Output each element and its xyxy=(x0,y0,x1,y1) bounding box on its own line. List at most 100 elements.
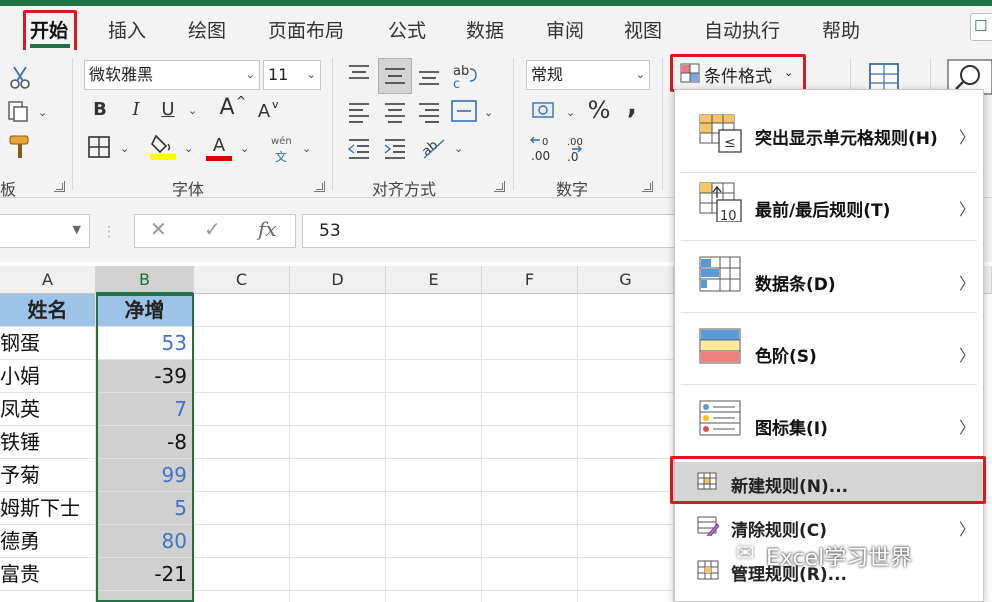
empty-cell[interactable] xyxy=(386,558,482,591)
value-cell[interactable]: 5 xyxy=(96,492,194,525)
phonetic-guide-top[interactable]: wén xyxy=(271,136,292,147)
value-cell[interactable]: 99 xyxy=(96,459,194,492)
align-middle-button[interactable] xyxy=(378,58,412,94)
menu-item-color-scales[interactable]: 色阶(S) 〉 xyxy=(675,312,983,384)
name-cell[interactable]: 凤英 xyxy=(0,393,96,426)
fill-color-dropdown-caret[interactable]: ⌄ xyxy=(184,142,193,155)
accounting-format-icon[interactable] xyxy=(530,98,560,124)
confirm-entry-button[interactable]: ✓ xyxy=(204,217,221,241)
name-cell[interactable]: 铁锤 xyxy=(0,426,96,459)
merge-center-icon[interactable] xyxy=(450,98,478,124)
empty-cell[interactable] xyxy=(194,525,290,558)
align-left-icon[interactable] xyxy=(346,100,372,124)
empty-cell[interactable] xyxy=(578,294,674,327)
empty-cell[interactable] xyxy=(482,393,578,426)
value-cell[interactable] xyxy=(96,591,194,602)
empty-cell[interactable] xyxy=(482,294,578,327)
empty-cell[interactable] xyxy=(482,426,578,459)
cut-icon[interactable] xyxy=(8,64,32,90)
tab-view[interactable]: 视图 xyxy=(624,16,662,43)
column-header-d[interactable]: D xyxy=(290,266,386,294)
empty-cell[interactable] xyxy=(482,459,578,492)
empty-cell[interactable] xyxy=(290,360,386,393)
align-center-icon[interactable] xyxy=(382,100,408,124)
name-cell[interactable]: 予菊 xyxy=(0,459,96,492)
borders-icon[interactable] xyxy=(86,134,112,160)
empty-cell[interactable] xyxy=(386,525,482,558)
phonetic-guide-icon[interactable]: 文 xyxy=(275,148,287,165)
number-launcher-icon[interactable] xyxy=(642,181,653,192)
name-cell[interactable]: 小娟 xyxy=(0,360,96,393)
fill-color-icon[interactable] xyxy=(148,132,178,162)
name-cell[interactable]: 姆斯下士 xyxy=(0,492,96,525)
empty-cell[interactable] xyxy=(386,426,482,459)
font-launcher-icon[interactable] xyxy=(314,181,325,192)
copy-icon[interactable] xyxy=(6,98,32,124)
value-cell[interactable]: -21 xyxy=(96,558,194,591)
empty-cell[interactable] xyxy=(578,426,674,459)
empty-cell[interactable] xyxy=(290,459,386,492)
name-cell[interactable]: 德勇 xyxy=(0,525,96,558)
empty-cell[interactable] xyxy=(482,360,578,393)
empty-cell[interactable] xyxy=(194,393,290,426)
empty-cell[interactable] xyxy=(482,327,578,360)
underline-dropdown-caret[interactable]: ⌄ xyxy=(188,104,197,117)
empty-cell[interactable] xyxy=(194,360,290,393)
column-header-f[interactable]: F xyxy=(482,266,578,294)
menu-item-highlight-cell-rules[interactable]: ≤ 突出显示单元格规则(H) 〉 xyxy=(675,96,983,172)
tab-formulas[interactable]: 公式 xyxy=(388,16,426,43)
empty-cell[interactable] xyxy=(290,327,386,360)
formula-input[interactable]: 53 xyxy=(302,214,682,248)
empty-cell[interactable] xyxy=(194,327,290,360)
empty-cell[interactable] xyxy=(482,591,578,602)
empty-cell[interactable] xyxy=(578,459,674,492)
format-painter-icon[interactable] xyxy=(6,134,34,160)
header-cell-name[interactable]: 姓名 xyxy=(0,294,96,327)
empty-cell[interactable] xyxy=(194,294,290,327)
wrap-text-icon[interactable]: ab c xyxy=(450,62,480,90)
merge-dropdown-caret[interactable]: ⌄ xyxy=(484,106,493,119)
value-cell[interactable]: 80 xyxy=(96,525,194,558)
empty-cell[interactable] xyxy=(578,492,674,525)
empty-cell[interactable] xyxy=(290,492,386,525)
tab-help[interactable]: 帮助 xyxy=(822,16,860,43)
insert-function-button[interactable]: fx xyxy=(258,217,277,241)
empty-cell[interactable] xyxy=(194,492,290,525)
empty-cell[interactable] xyxy=(578,591,674,602)
empty-cell[interactable] xyxy=(578,327,674,360)
empty-cell[interactable] xyxy=(194,426,290,459)
empty-cell[interactable] xyxy=(578,525,674,558)
empty-cell[interactable] xyxy=(578,393,674,426)
number-format-combo[interactable]: 常规 ⌄ xyxy=(526,60,650,90)
menu-item-data-bars[interactable]: 数据条(D) 〉 xyxy=(675,240,983,312)
tab-automate[interactable]: 自动执行 xyxy=(704,16,780,43)
tab-insert[interactable]: 插入 xyxy=(108,16,146,43)
menu-item-icon-sets[interactable]: 图标集(I) 〉 xyxy=(675,384,983,456)
alignment-launcher-icon[interactable] xyxy=(494,181,505,192)
name-box[interactable]: ▼ xyxy=(0,214,90,248)
font-color-dropdown-caret[interactable]: ⌄ xyxy=(240,142,249,155)
comma-style-button[interactable]: , xyxy=(622,92,642,120)
empty-cell[interactable] xyxy=(386,327,482,360)
value-cell[interactable]: -39 xyxy=(96,360,194,393)
empty-cell[interactable] xyxy=(482,558,578,591)
empty-cell[interactable] xyxy=(386,294,482,327)
column-header-g[interactable]: G xyxy=(578,266,674,294)
tab-data[interactable]: 数据 xyxy=(466,16,504,43)
percent-style-button[interactable]: % xyxy=(584,96,614,124)
empty-cell[interactable] xyxy=(482,492,578,525)
accounting-dropdown-caret[interactable]: ⌄ xyxy=(566,106,575,119)
orientation-dropdown-caret[interactable]: ⌄ xyxy=(454,142,463,155)
decrease-decimal-icon[interactable]: .00 .0 xyxy=(564,134,594,164)
column-header-b[interactable]: B xyxy=(96,266,194,294)
empty-cell[interactable] xyxy=(386,591,482,602)
phonetic-dropdown-caret[interactable]: ⌄ xyxy=(302,142,311,155)
menu-item-top-bottom-rules[interactable]: 10 最前/最后规则(T) 〉 xyxy=(675,172,983,240)
empty-cell[interactable] xyxy=(578,360,674,393)
tab-draw[interactable]: 绘图 xyxy=(188,16,226,43)
column-header-c[interactable]: C xyxy=(194,266,290,294)
header-cell-net-increase[interactable]: 净增 xyxy=(96,294,194,327)
shrink-font-button[interactable]: A xyxy=(254,98,274,126)
empty-cell[interactable] xyxy=(290,558,386,591)
grow-font-button[interactable]: A xyxy=(216,94,238,122)
